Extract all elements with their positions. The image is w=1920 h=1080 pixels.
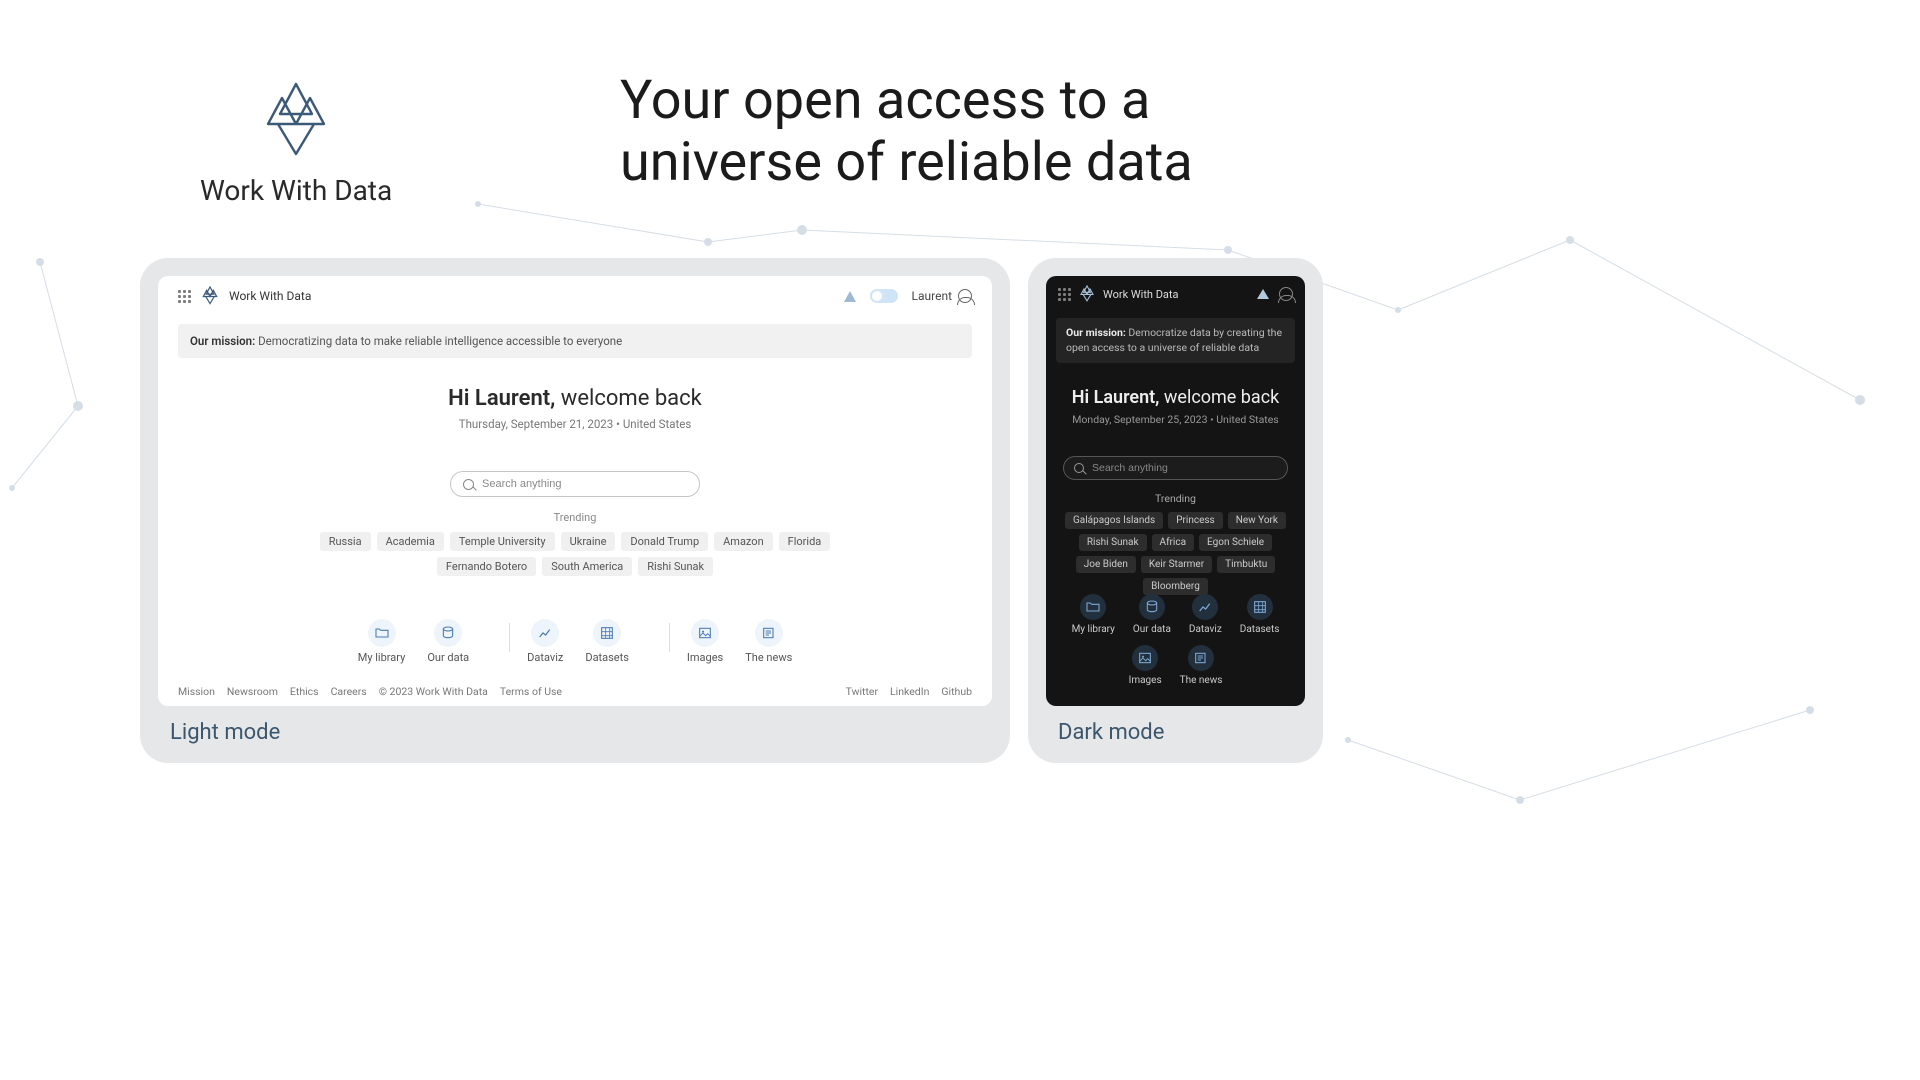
greeting: Hi Laurent, welcome back <box>1046 387 1305 408</box>
trending-label: Trending <box>158 511 992 524</box>
search-icon <box>1074 463 1084 473</box>
chart-icon <box>1192 594 1218 620</box>
nav-my-library[interactable]: My library <box>1072 594 1115 635</box>
footer-link-linkedin[interactable]: LinkedIn <box>890 685 929 698</box>
light-mode-panel: Work With Data Laurent Our mission: Demo… <box>140 258 1010 763</box>
nav-my-library[interactable]: My library <box>358 619 406 664</box>
footer-terms[interactable]: Terms of Use <box>500 685 562 698</box>
footer-link-careers[interactable]: Careers <box>331 685 367 698</box>
nav-our-data[interactable]: Our data <box>427 619 469 664</box>
nav-dataviz[interactable]: Dataviz <box>1189 594 1222 635</box>
light-caption: Light mode <box>170 720 280 745</box>
nav-the-news[interactable]: The news <box>1180 645 1223 686</box>
news-icon <box>755 619 783 647</box>
hero-tagline: Your open access to auniverse of reliabl… <box>620 70 1193 194</box>
trending-chip[interactable]: Keir Starmer <box>1141 556 1212 573</box>
nav-our-data[interactable]: Our data <box>1133 594 1171 635</box>
trending-chip[interactable]: Timbuktu <box>1217 556 1275 573</box>
light-header: Work With Data Laurent <box>158 276 992 316</box>
dark-brand-name[interactable]: Work With Data <box>1103 288 1179 301</box>
avatar-icon <box>958 289 972 303</box>
footer-left: Mission Newsroom Ethics Careers © 2023 Work… <box>178 685 562 698</box>
trending-chip[interactable]: Florida <box>779 532 831 551</box>
footer-copyright: © 2023 Work With Data <box>379 685 488 698</box>
database-icon <box>1139 594 1165 620</box>
apps-grid-icon[interactable] <box>1058 288 1071 301</box>
trending-chip[interactable]: Galápagos Islands <box>1065 512 1163 529</box>
trending-chip[interactable]: Princess <box>1168 512 1223 529</box>
hero-brand-name: Work With Data <box>200 174 392 207</box>
trending-chips: Galápagos Islands Princess New York Rishi S… <box>1056 512 1295 595</box>
footer: Mission Newsroom Ethics Careers © 2023 Work… <box>178 685 972 698</box>
footer-link-ethics[interactable]: Ethics <box>290 685 319 698</box>
chart-icon <box>531 619 559 647</box>
trending-chip[interactable]: Egon Schiele <box>1199 534 1272 551</box>
avatar-icon[interactable] <box>1279 287 1293 301</box>
dark-screen: Work With Data Our mission: Democratize … <box>1046 276 1305 706</box>
trending-chip[interactable]: Rishi Sunak <box>638 557 713 576</box>
user-name: Laurent <box>912 289 952 303</box>
trending-chip[interactable]: Temple University <box>450 532 555 551</box>
image-icon <box>691 619 719 647</box>
nav-the-news[interactable]: The news <box>745 619 792 664</box>
dark-mode-panel: Work With Data Our mission: Democratize … <box>1028 258 1323 763</box>
trending-chip[interactable]: Joe Biden <box>1076 556 1136 573</box>
nav-images[interactable]: Images <box>687 619 723 664</box>
search-input[interactable] <box>450 471 700 497</box>
hero-logo: Work With Data <box>200 80 392 207</box>
nav-row: My library Our data Dataviz Datasets Images… <box>1046 594 1305 696</box>
triangle-icon[interactable] <box>844 291 856 302</box>
light-brand-name[interactable]: Work With Data <box>229 289 311 303</box>
folder-icon <box>368 619 396 647</box>
mission-banner: Our mission: Democratize data by creatin… <box>1056 318 1295 363</box>
trending-chip[interactable]: South America <box>542 557 632 576</box>
nav-images[interactable]: Images <box>1129 645 1162 686</box>
search-icon <box>463 479 474 490</box>
database-icon <box>434 619 462 647</box>
trending-chip[interactable]: Fernando Botero <box>437 557 536 576</box>
grid-icon <box>1247 594 1273 620</box>
greeting: Hi Laurent, welcome back <box>158 386 992 411</box>
footer-link-mission[interactable]: Mission <box>178 685 215 698</box>
trending-chip[interactable]: New York <box>1228 512 1286 529</box>
mountain-logo-icon[interactable] <box>1079 285 1095 303</box>
nav-dataviz[interactable]: Dataviz <box>527 619 563 664</box>
footer-right: Twitter LinkedIn Github <box>846 685 972 698</box>
folder-icon <box>1080 594 1106 620</box>
trending-chip[interactable]: Ukraine <box>561 532 616 551</box>
mission-banner: Our mission: Democratizing data to make … <box>178 324 972 358</box>
theme-toggle[interactable] <box>870 289 898 303</box>
apps-grid-icon[interactable] <box>178 290 191 303</box>
mountain-logo-icon <box>260 80 332 164</box>
light-screen: Work With Data Laurent Our mission: Demo… <box>158 276 992 706</box>
nav-datasets[interactable]: Datasets <box>1240 594 1280 635</box>
grid-icon <box>593 619 621 647</box>
user-menu[interactable]: Laurent <box>912 289 972 303</box>
dark-header: Work With Data <box>1046 276 1305 312</box>
footer-link-newsroom[interactable]: Newsroom <box>227 685 278 698</box>
trending-chip[interactable]: Russia <box>320 532 371 551</box>
date-location: Monday, September 25, 2023 • United Stat… <box>1046 413 1305 426</box>
nav-datasets[interactable]: Datasets <box>585 619 629 664</box>
dark-caption: Dark mode <box>1058 720 1164 745</box>
search-input[interactable] <box>1063 456 1288 480</box>
nav-row: My library Our data Dataviz Datasets Image… <box>158 619 992 664</box>
trending-chip[interactable]: Academia <box>377 532 444 551</box>
trending-chip[interactable]: Rishi Sunak <box>1079 534 1147 551</box>
news-icon <box>1188 645 1214 671</box>
trending-chip[interactable]: Bloomberg <box>1143 578 1208 595</box>
trending-chip[interactable]: Donald Trump <box>621 532 708 551</box>
date-location: Thursday, September 21, 2023 • United St… <box>158 417 992 431</box>
image-icon <box>1132 645 1158 671</box>
trending-chip[interactable]: Amazon <box>714 532 773 551</box>
footer-link-twitter[interactable]: Twitter <box>846 685 878 698</box>
triangle-icon[interactable] <box>1257 289 1269 299</box>
mountain-logo-icon[interactable] <box>201 286 219 306</box>
trending-label: Trending <box>1046 492 1305 505</box>
footer-link-github[interactable]: Github <box>941 685 972 698</box>
trending-chips: Russia Academia Temple University Ukraine Do… <box>278 532 872 576</box>
trending-chip[interactable]: Africa <box>1152 534 1195 551</box>
